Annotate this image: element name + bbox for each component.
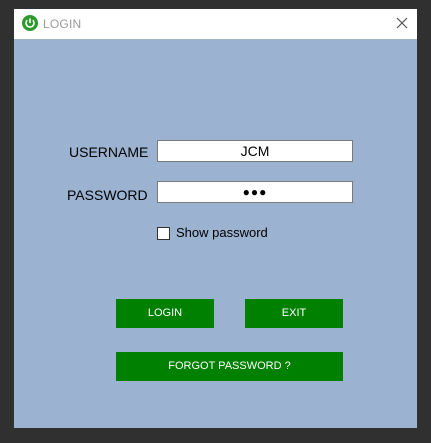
login-button[interactable]: LOGIN [116, 299, 214, 328]
show-password-label[interactable]: Show password [176, 225, 268, 240]
exit-button[interactable]: EXIT [245, 299, 343, 328]
show-password-checkbox[interactable] [157, 227, 170, 240]
password-label: PASSWORD [67, 187, 148, 203]
title-bar: LOGIN [14, 9, 417, 39]
close-icon [396, 17, 408, 29]
power-icon [22, 15, 38, 31]
username-field[interactable]: JCM [157, 140, 353, 162]
window-title: LOGIN [43, 17, 82, 31]
username-label: USERNAME [69, 144, 149, 160]
password-field[interactable]: ●●● [157, 181, 353, 203]
forgot-password-button[interactable]: FORGOT PASSWORD ? [116, 352, 343, 381]
close-button[interactable] [387, 9, 417, 39]
login-window: LOGIN USERNAME JCM PASSWORD ●●● Show pas… [14, 9, 417, 428]
